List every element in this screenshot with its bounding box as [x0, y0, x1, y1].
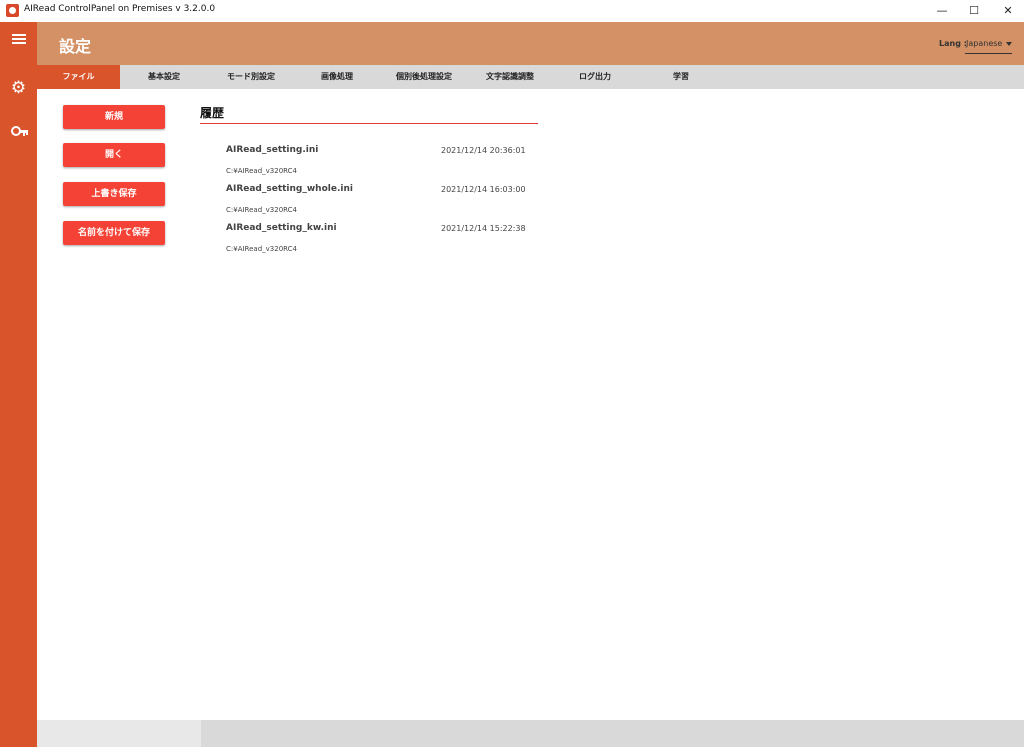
tab-post-processing[interactable]: 個別後処理設定: [380, 65, 468, 89]
overwrite-save-button[interactable]: 上書き保存: [63, 182, 165, 206]
tab-mode-settings[interactable]: モード別設定: [208, 65, 294, 89]
tab-bar: ファイル 基本設定 モード別設定 画像処理 個別後処理設定 文字認識調整 ログ出…: [37, 65, 1024, 89]
close-button[interactable]: ✕: [992, 0, 1024, 22]
status-bar-segment: [37, 720, 201, 747]
history-item-path: C:¥AIRead_v320RC4: [226, 167, 298, 175]
tab-learning[interactable]: 学習: [638, 65, 724, 89]
history-item-date: 2021/12/14 15:22:38: [441, 224, 526, 233]
history-item-path: C:¥AIRead_v320RC4: [226, 245, 298, 253]
history-item-path: C:¥AIRead_v320RC4: [226, 206, 298, 214]
lang-dropdown[interactable]: Japanese: [965, 35, 1012, 54]
history-item-name[interactable]: AIRead_setting_kw.ini: [226, 223, 337, 233]
app-logo-icon: [6, 4, 19, 17]
history-item-name[interactable]: AIRead_setting.ini: [226, 145, 318, 155]
new-button[interactable]: 新規: [63, 105, 165, 129]
history-item-name[interactable]: AIRead_setting_whole.ini: [226, 184, 353, 194]
save-as-button[interactable]: 名前を付けて保存: [63, 221, 165, 245]
caret-down-icon: [1006, 42, 1012, 46]
tab-basic-settings[interactable]: 基本設定: [120, 65, 208, 89]
tab-recognition-adjust[interactable]: 文字認識調整: [468, 65, 552, 89]
history-item-date: 2021/12/14 20:36:01: [441, 146, 526, 155]
history-divider: [200, 123, 538, 124]
history-item-date: 2021/12/14 16:03:00: [441, 185, 526, 194]
tab-image-processing[interactable]: 画像処理: [294, 65, 380, 89]
minimize-button[interactable]: —: [926, 0, 958, 22]
window-title: AIRead ControlPanel on Premises v 3.2.0.…: [24, 4, 216, 14]
page-title: 設定: [59, 37, 92, 56]
lang-value: Japanese: [966, 39, 1003, 48]
sidebar: ⚙: [0, 22, 37, 747]
lang-label: Lang :: [939, 39, 967, 48]
maximize-button[interactable]: ☐: [958, 0, 990, 22]
tab-log-output[interactable]: ログ出力: [552, 65, 638, 89]
key-icon[interactable]: [0, 120, 37, 144]
tab-file[interactable]: ファイル: [37, 65, 120, 89]
gear-icon[interactable]: ⚙: [0, 76, 37, 100]
window-titlebar: AIRead ControlPanel on Premises v 3.2.0.…: [0, 0, 1024, 23]
history-title: 履歴: [200, 106, 225, 120]
hamburger-icon[interactable]: [0, 32, 37, 56]
page-header: 設定 Lang : Japanese: [37, 22, 1024, 65]
open-button[interactable]: 開く: [63, 143, 165, 167]
status-bar: [37, 720, 1024, 747]
